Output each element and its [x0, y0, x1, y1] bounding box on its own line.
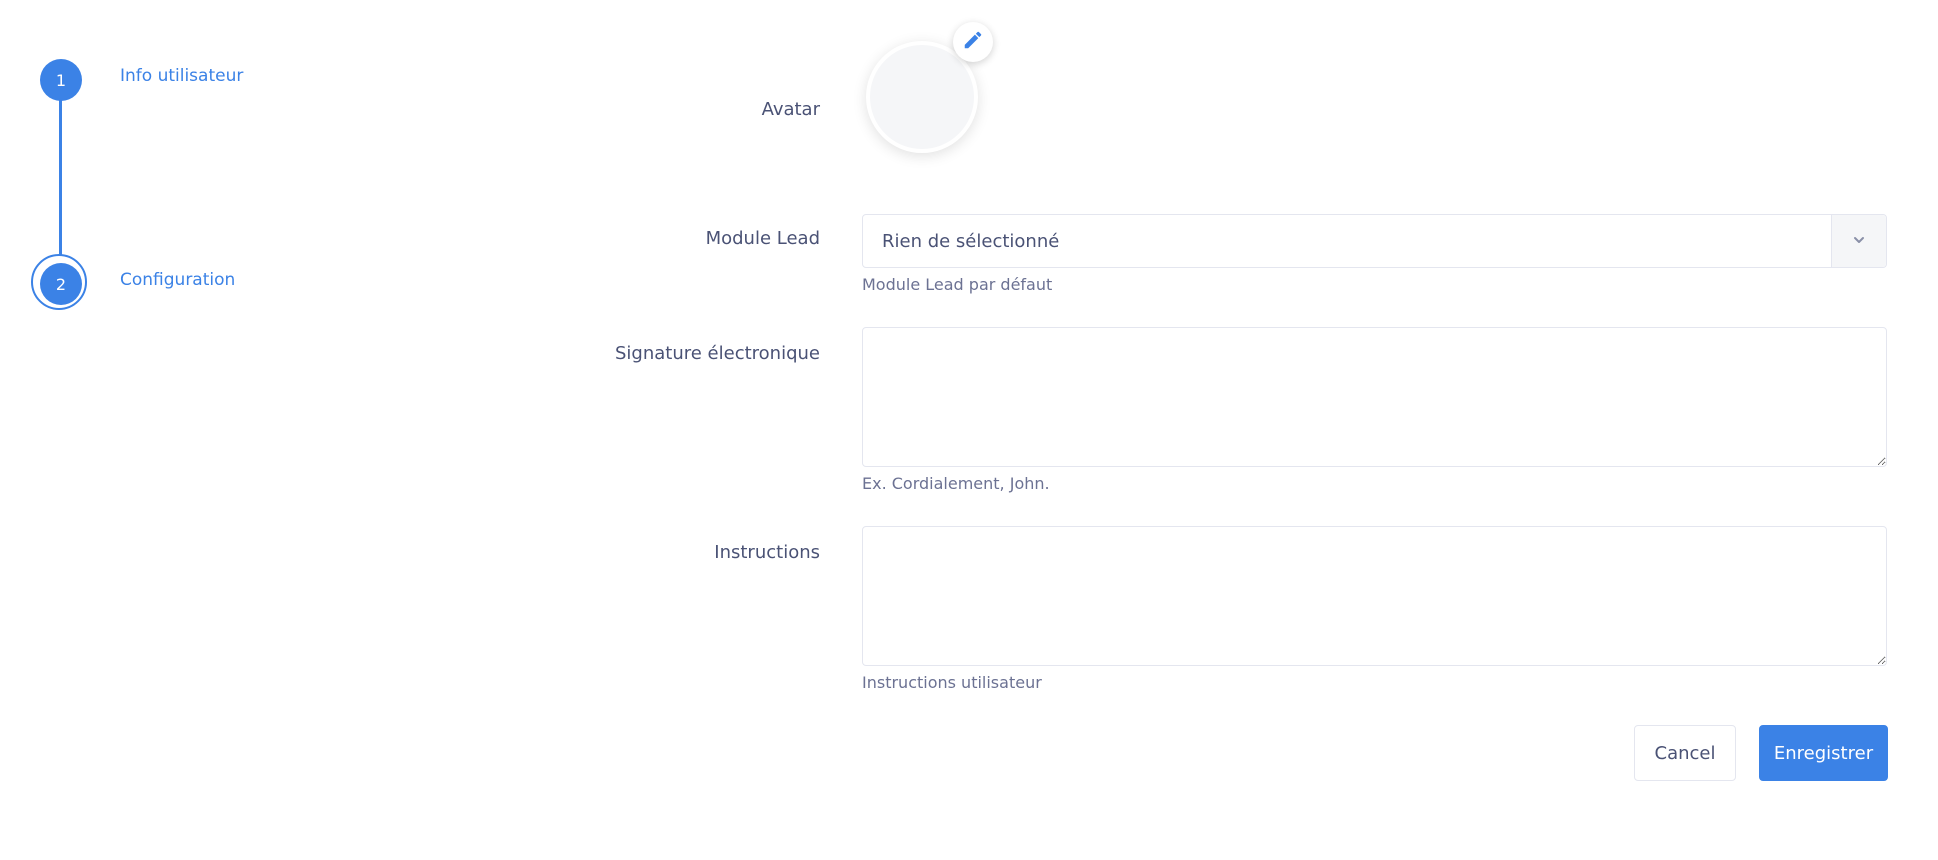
module-lead-help: Module Lead par défaut — [862, 275, 1053, 294]
step-1-number: 1 — [55, 70, 67, 90]
step-1-label[interactable]: Info utilisateur — [120, 66, 243, 86]
instructions-textarea[interactable] — [862, 526, 1887, 666]
save-button[interactable]: Enregistrer — [1759, 725, 1888, 781]
pencil-icon — [962, 29, 984, 55]
select-toggle[interactable] — [1831, 215, 1886, 267]
instructions-help: Instructions utilisateur — [862, 673, 1042, 692]
module-lead-select[interactable]: Rien de sélectionné — [862, 214, 1887, 268]
chevron-down-icon — [1852, 232, 1866, 251]
avatar-label: Avatar — [761, 99, 820, 120]
instructions-label: Instructions — [714, 542, 820, 563]
module-lead-selected-value: Rien de sélectionné — [882, 230, 1060, 252]
signature-textarea[interactable] — [862, 327, 1887, 467]
step-1-indicator[interactable]: 1 — [40, 59, 82, 101]
signature-label: Signature électronique — [615, 343, 820, 364]
cancel-button[interactable]: Cancel — [1634, 725, 1736, 781]
stepper-connector-line — [59, 80, 62, 282]
signature-help: Ex. Cordialement, John. — [862, 474, 1050, 493]
module-lead-label: Module Lead — [705, 228, 820, 249]
step-2-number: 2 — [55, 274, 67, 294]
step-2-indicator[interactable]: 2 — [40, 263, 82, 305]
avatar-edit-button[interactable] — [953, 22, 993, 62]
step-2-label[interactable]: Configuration — [120, 270, 235, 290]
